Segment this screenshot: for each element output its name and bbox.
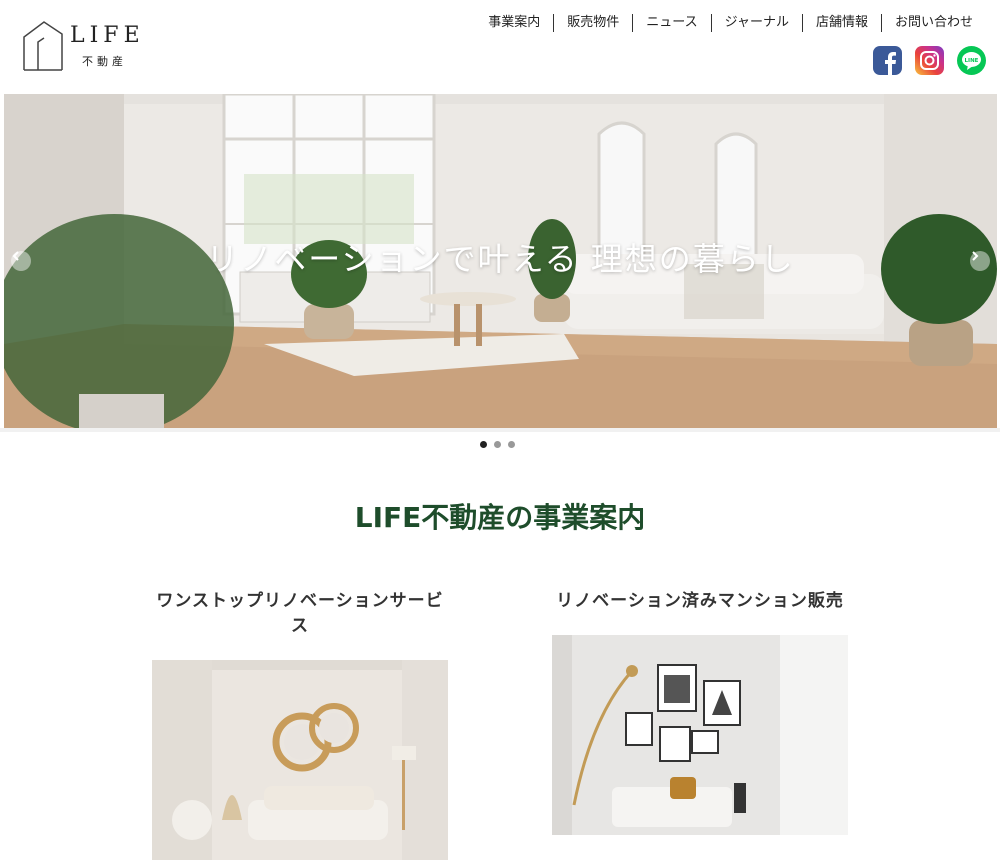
card-image[interactable] <box>152 660 448 860</box>
card-title[interactable]: リノベーション済みマンション販売 <box>552 586 848 611</box>
hero-prev-button[interactable] <box>11 251 31 271</box>
hero-caption: リノベーションで叶える 理想の暮らし <box>206 240 795 278</box>
nav-item-business[interactable]: 事業案内 <box>475 14 553 32</box>
chevron-left-icon <box>12 251 19 261</box>
slider-dot-1[interactable] <box>480 441 487 448</box>
chevron-right-icon <box>972 251 979 261</box>
card-title[interactable]: ワンストップリノベーションサービス <box>152 586 448 636</box>
nav-item-journal[interactable]: ジャーナル <box>710 14 802 32</box>
nav-item-properties[interactable]: 販売物件 <box>553 14 632 32</box>
logo-subtitle: 不動産 <box>82 55 127 68</box>
service-card-mansion-sales[interactable]: リノベーション済みマンション販売 <box>552 586 848 835</box>
site-header: LIFE 不動産 事業案内 販売物件 ニュース ジャーナル 店舗情報 お問い合わ… <box>0 0 1000 94</box>
slider-pagination <box>480 441 515 448</box>
living-room-image <box>152 660 448 860</box>
site-logo[interactable]: LIFE 不動産 <box>22 20 147 72</box>
svg-text:LINE: LINE <box>965 58 979 64</box>
social-links: LINE <box>873 46 986 75</box>
card-image[interactable] <box>552 635 848 835</box>
nav-item-store-info[interactable]: 店舗情報 <box>801 14 881 32</box>
nav-item-news[interactable]: ニュース <box>632 14 710 32</box>
hero-next-button[interactable] <box>970 251 990 271</box>
line-icon[interactable]: LINE <box>957 46 986 75</box>
instagram-icon[interactable] <box>915 46 944 75</box>
slider-dot-2[interactable] <box>494 441 501 448</box>
slider-dot-3[interactable] <box>508 441 515 448</box>
hero-slider[interactable]: リノベーションで叶える 理想の暮らし <box>4 94 997 428</box>
house-logo-icon <box>23 21 63 71</box>
facebook-icon[interactable] <box>873 46 902 75</box>
hero-divider <box>0 428 1000 432</box>
main-nav: 事業案内 販売物件 ニュース ジャーナル 店舗情報 お問い合わせ <box>475 14 986 32</box>
nav-item-contact[interactable]: お問い合わせ <box>880 14 986 32</box>
apartment-interior-image <box>552 635 848 835</box>
service-card-renovation[interactable]: ワンストップリノベーションサービス <box>152 586 448 860</box>
section-title: LIFE不動産の事業案内 <box>354 501 646 534</box>
logo-wordmark: LIFE <box>70 23 145 48</box>
